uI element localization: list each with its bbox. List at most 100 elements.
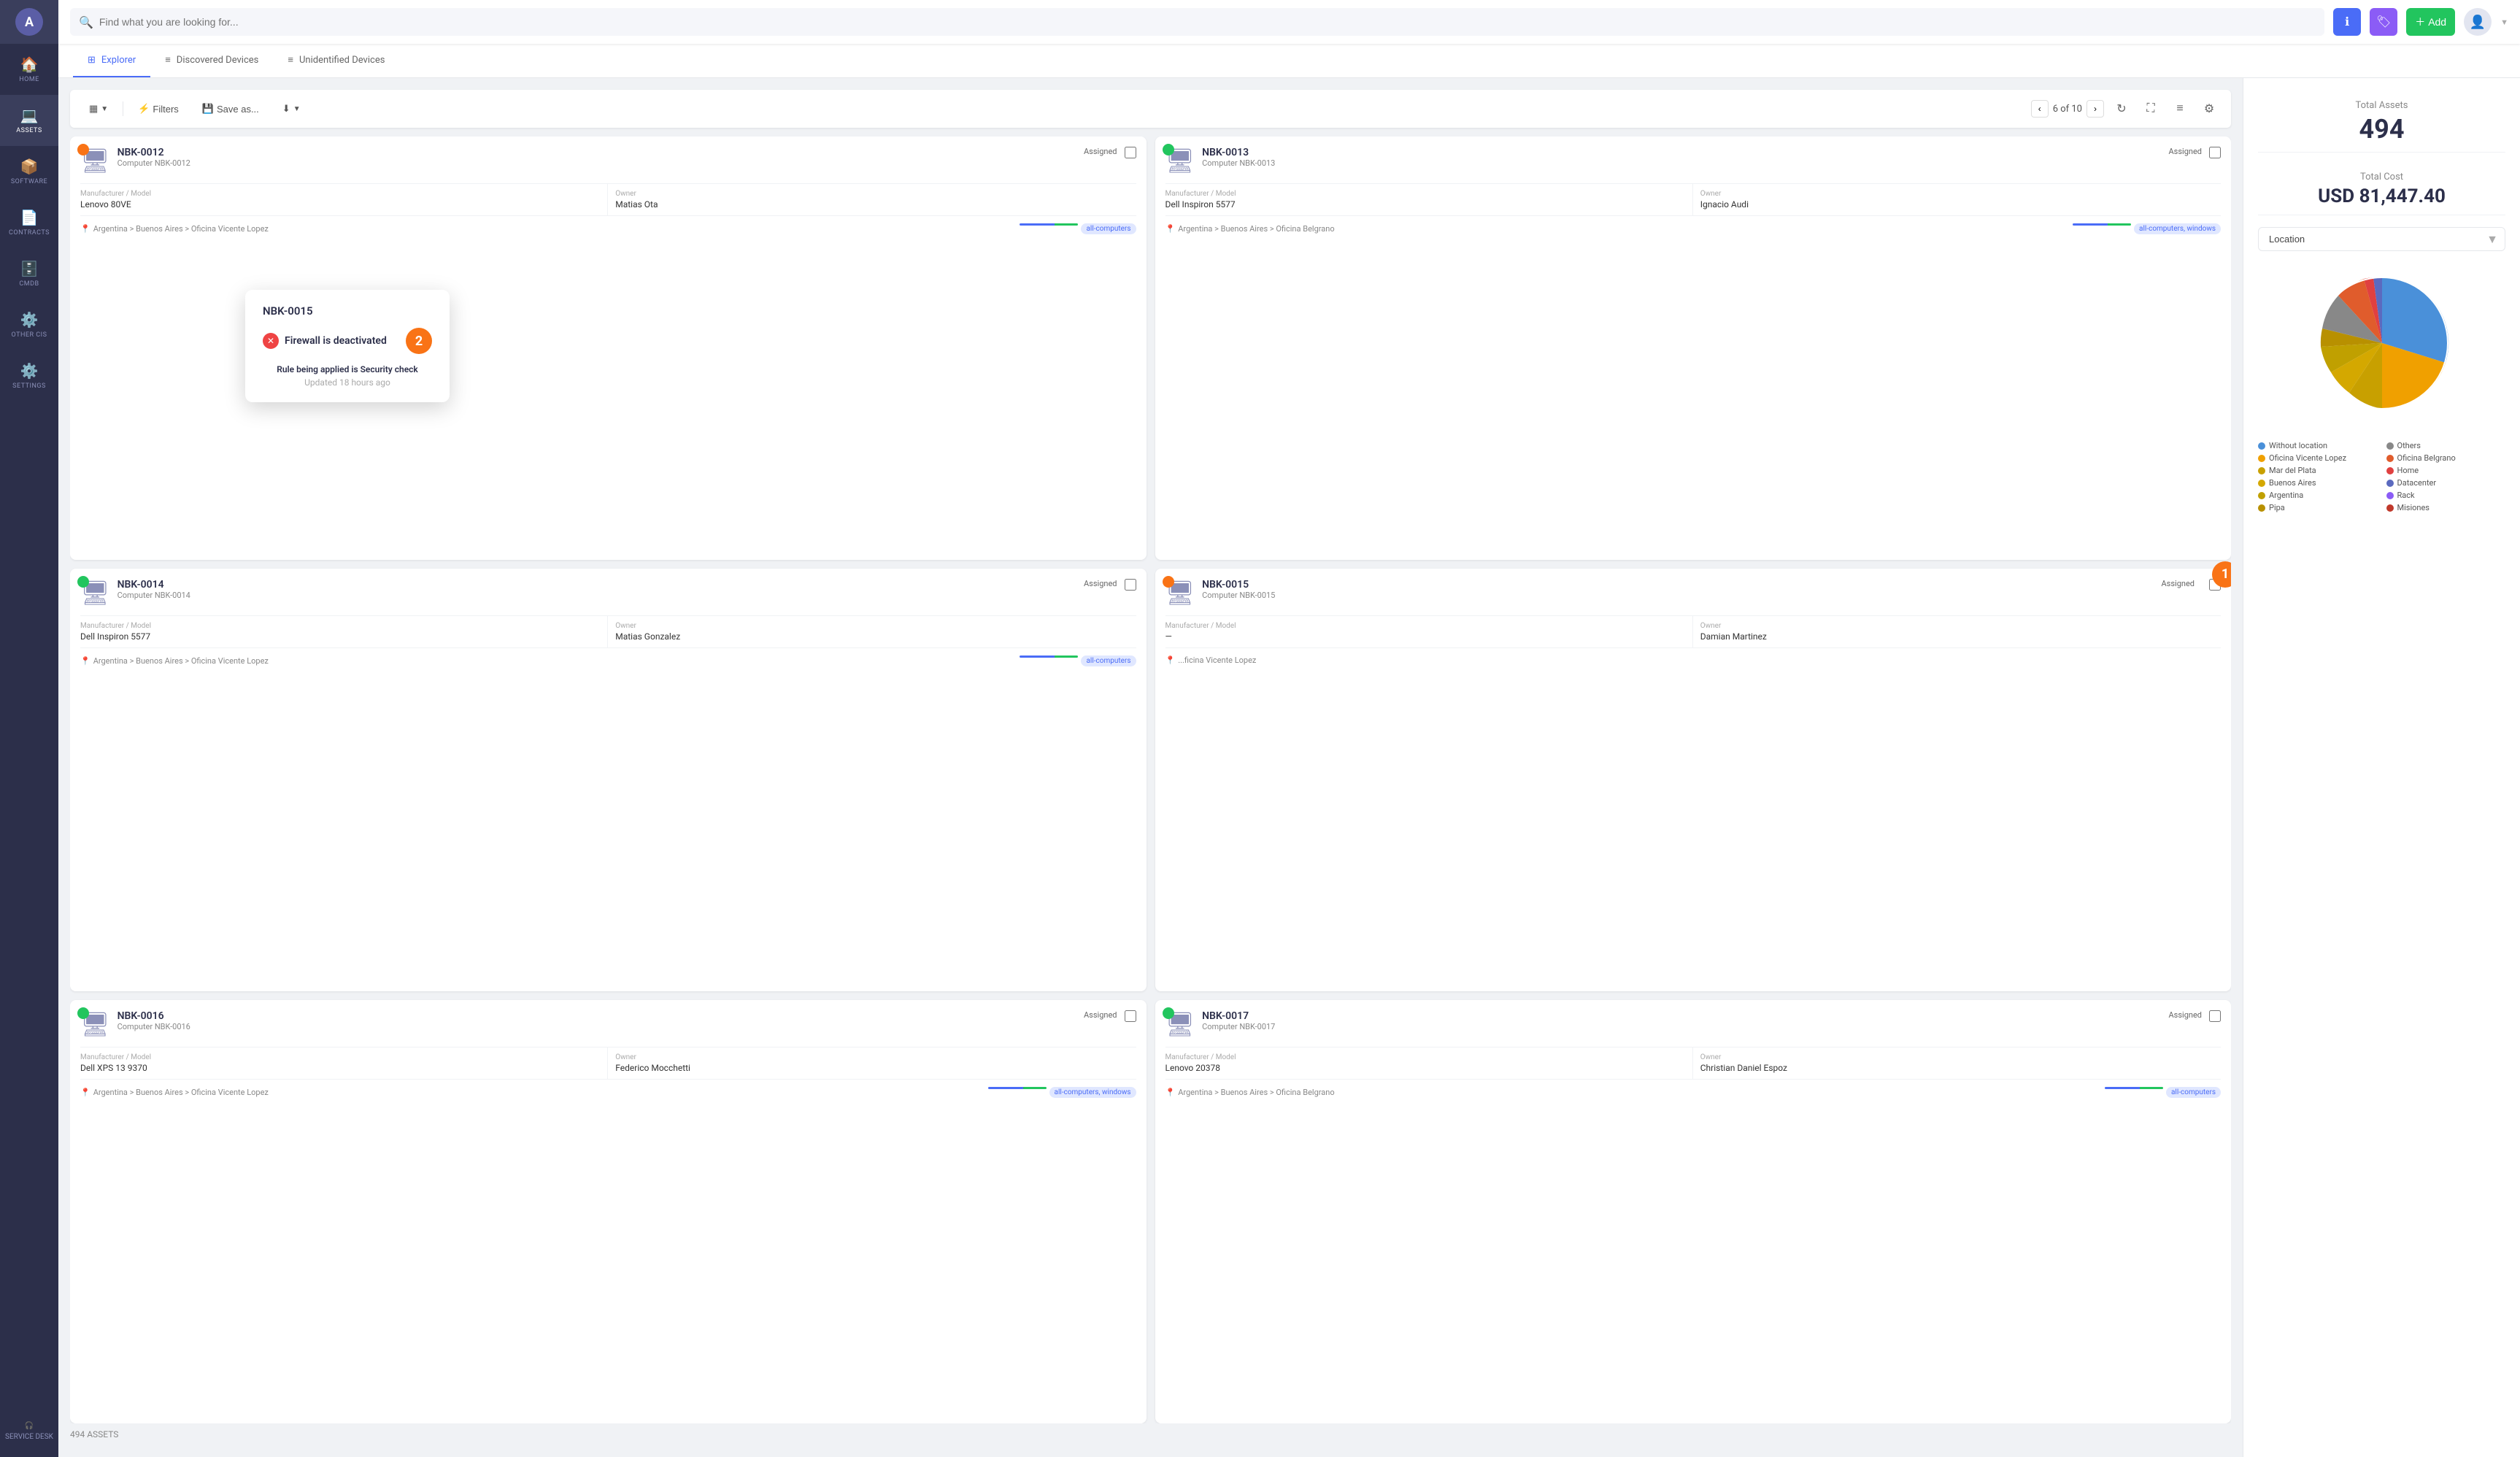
sidebar-item-other[interactable]: ⚙️ OTHER CIs (0, 299, 58, 350)
popup-alert-row: ✕ Firewall is deactivated 2 (263, 328, 432, 354)
legend-label: Oficina Vicente Lopez (2269, 453, 2346, 463)
explorer-tab-icon: ⊞ (88, 55, 96, 66)
card-title: NBK-0017 (1202, 1010, 2161, 1022)
add-icon: ＋ (2415, 15, 2425, 29)
tag-icon: 🏷 (2376, 15, 2391, 29)
asset-card-nbk0013[interactable]: 🖥 NBK-0013 Computer NBK-0013 Assigned (1155, 137, 2232, 560)
legend-label: Datacenter (2397, 478, 2437, 488)
sidebar-item-assets[interactable]: 💻 ASSETS (0, 95, 58, 146)
owner-value: Federico Mocchetti (615, 1063, 1136, 1073)
manufacturer-value: Lenovo 80VE (80, 199, 600, 209)
save-icon: 💾 (202, 103, 214, 115)
rule-name: Security check (361, 364, 418, 374)
location-bar (1020, 223, 1078, 226)
service-desk-icon: 🎧 (25, 1422, 34, 1430)
tab-discovered[interactable]: ≡ Discovered Devices (150, 44, 273, 77)
card-checkbox[interactable] (1125, 579, 1136, 591)
location-dropdown[interactable]: Location (2258, 227, 2505, 251)
card-checkbox[interactable] (1125, 147, 1136, 158)
refresh-button[interactable]: ↻ (2110, 97, 2133, 120)
card-checkbox[interactable] (2209, 1010, 2221, 1022)
legend-item-datacenter: Datacenter (2386, 478, 2506, 488)
gear-icon: ⚙ (2204, 101, 2214, 116)
card-title: NBK-0012 (117, 147, 1076, 158)
next-page-button[interactable]: › (2086, 100, 2104, 118)
tabs-bar: ⊞ Explorer ≡ Discovered Devices ≡ Uniden… (58, 44, 2520, 78)
sidebar-item-settings[interactable]: ⚙️ SETTINGS (0, 350, 58, 401)
owner-field: Owner Christian Daniel Espoz (1693, 1047, 2221, 1079)
info-icon: ℹ (2345, 15, 2349, 29)
avatar[interactable]: 👤 (2464, 8, 2492, 36)
card-title: NBK-0014 (117, 579, 1076, 591)
legend-label: Without location (2269, 441, 2327, 450)
tab-unidentified[interactable]: ≡ Unidentified Devices (273, 44, 399, 77)
settings-icon: ⚙️ (20, 362, 39, 380)
card-checkbox[interactable] (2209, 147, 2221, 158)
tag-button[interactable]: 🏷 (2370, 8, 2397, 36)
manufacturer-field: Manufacturer / Model Dell Inspiron 5577 (80, 616, 608, 647)
view-chevron: ▼ (101, 105, 108, 113)
manufacturer-value: Lenovo 20378 (1165, 1063, 1685, 1073)
asset-card-nbk0012[interactable]: 🖥 NBK-0012 Computer NBK-0012 Assigned (70, 137, 1147, 560)
asset-card-nbk0014[interactable]: 🖥 NBK-0014 Computer NBK-0014 Assigned (70, 569, 1147, 992)
grid-settings-button[interactable]: ⚙ (2197, 97, 2221, 120)
sidebar: A 🏠 HOME 💻 ASSETS 📦 SOFTWARE 📄 CONTRACTS… (0, 0, 58, 1457)
download-button[interactable]: ⬇ ▼ (274, 99, 309, 119)
add-button[interactable]: ＋ Add (2406, 8, 2455, 36)
asset-card-nbk0017[interactable]: 🖥 NBK-0017 Computer NBK-0017 Assigned (1155, 1000, 2232, 1423)
save-as-button[interactable]: 💾 Save as... (193, 99, 268, 119)
view-toggle-button[interactable]: ▦ ▼ (80, 99, 117, 119)
card-badge: Assigned (1084, 1010, 1117, 1020)
sidebar-item-service-desk[interactable]: 🎧 SERVICE DESK (0, 1406, 58, 1457)
card-header: 🖥 NBK-0012 Computer NBK-0012 Assigned (80, 147, 1136, 174)
sidebar-logo[interactable]: A (0, 0, 58, 44)
legend-item-pipa: Pipa (2258, 503, 2378, 512)
legend-dot (2386, 455, 2394, 462)
asset-card-nbk0015[interactable]: 🖥 NBK-0015 Computer NBK-0015 Assigned 1 (1155, 569, 2232, 992)
sidebar-item-contracts[interactable]: 📄 CONTRACTS (0, 197, 58, 248)
contracts-icon: 📄 (20, 209, 39, 226)
list-view-button[interactable]: ≡ (2168, 97, 2192, 120)
card-fields: Manufacturer / Model — Owner Damian Mart… (1165, 615, 2222, 648)
search-input[interactable] (99, 16, 2316, 28)
card-location: 📍 Argentina > Buenos Aires > Oficina Bel… (1165, 224, 1335, 234)
legend-item-vicente-lopez: Oficina Vicente Lopez (2258, 453, 2378, 463)
chart-legend: Without location Others Oficina Vicente … (2258, 441, 2505, 512)
card-tags: all-computers, windows (988, 1087, 1136, 1098)
badge-label: Assigned (2169, 147, 2203, 156)
info-button[interactable]: ℹ (2333, 8, 2361, 36)
asset-card-nbk0016[interactable]: 🖥 NBK-0016 Computer NBK-0016 Assigned (70, 1000, 1147, 1423)
card-fields: Manufacturer / Model Dell Inspiron 5577 … (80, 615, 1136, 648)
legend-label: Pipa (2269, 503, 2285, 512)
add-label: Add (2428, 16, 2446, 28)
sidebar-item-software[interactable]: 📦 SOFTWARE (0, 146, 58, 197)
card-title-area: NBK-0014 Computer NBK-0014 (117, 579, 1076, 600)
tab-explorer[interactable]: ⊞ Explorer (73, 44, 150, 77)
card-icon-wrap: 🖥 (1165, 579, 1195, 607)
software-icon: 📦 (20, 158, 39, 175)
card-subtitle: Computer NBK-0016 (117, 1022, 1076, 1031)
tag-0: all-computers, windows (2134, 223, 2221, 234)
manufacturer-field: Manufacturer / Model Dell Inspiron 5577 (1165, 184, 1693, 215)
search-wrapper[interactable]: 🔍 (70, 8, 2324, 36)
legend-dot (2258, 467, 2265, 474)
location-bar (2105, 1087, 2163, 1089)
tab-explorer-label: Explorer (101, 55, 136, 66)
legend-dot (2386, 504, 2394, 512)
popup-count-badge: 2 (406, 328, 432, 354)
filters-button[interactable]: ⚡ Filters (129, 99, 188, 119)
location-pin-icon: 📍 (1165, 1088, 1176, 1097)
expand-button[interactable]: ⛶ (2139, 97, 2162, 120)
card-checkbox[interactable] (1125, 1010, 1136, 1022)
prev-page-button[interactable]: ‹ (2031, 100, 2049, 118)
other-icon: ⚙️ (20, 311, 39, 328)
manufacturer-label: Manufacturer / Model (1165, 190, 1685, 198)
list-icon: ≡ (2176, 102, 2183, 115)
card-badge: Assigned (1084, 579, 1117, 588)
owner-label: Owner (615, 190, 1136, 198)
right-panel: Total Assets 494 Total Cost USD 81,447.4… (2243, 78, 2520, 1457)
assets-icon: 💻 (20, 107, 39, 124)
total-assets-value: 494 (2258, 114, 2505, 145)
sidebar-item-home[interactable]: 🏠 HOME (0, 44, 58, 95)
sidebar-item-cmdb[interactable]: 🗄️ CMDB (0, 248, 58, 299)
